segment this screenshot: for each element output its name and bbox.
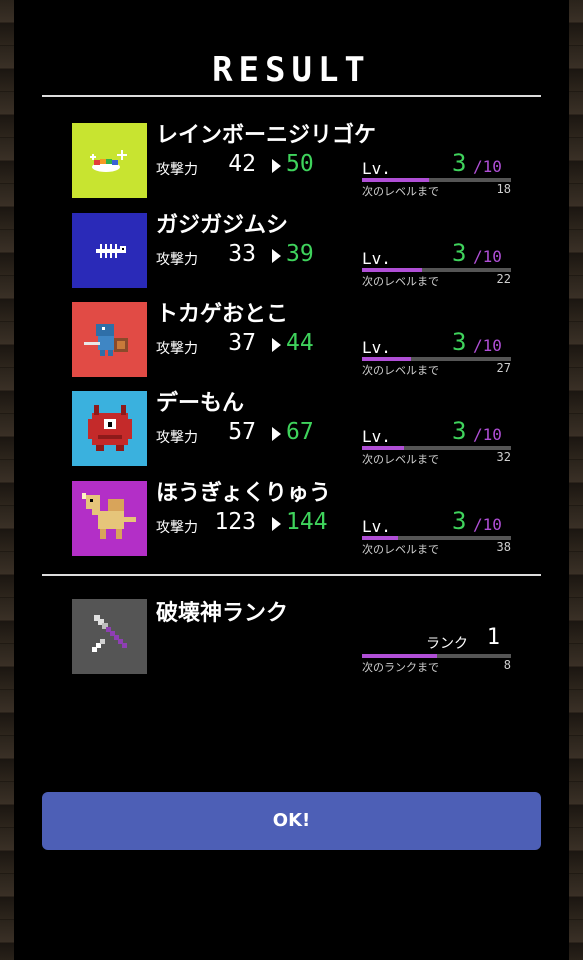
- monster-portrait-rainbow-moss: [72, 123, 147, 198]
- exp-progress-fill: [362, 357, 412, 361]
- attack-label: 攻撃力: [156, 252, 198, 268]
- rank-title: 破壊神ランク: [156, 601, 289, 626]
- rank-value: 1: [486, 625, 500, 650]
- exp-progress-fill: [362, 536, 398, 540]
- monster-portrait-lizardman: [72, 302, 147, 377]
- monster-portrait-gajigaji-bug: [72, 213, 147, 288]
- attack-label: 攻撃力: [156, 341, 198, 357]
- attack-label: 攻撃力: [156, 162, 198, 178]
- monster-row: レインボーニジリゴケ 攻撃力 42 50 Lv. 3 /10 次のレベルまで 1…: [72, 123, 542, 199]
- rank-progress-fill: [362, 654, 437, 658]
- next-level-value: 27: [496, 361, 511, 375]
- level-value: 3: [452, 507, 467, 535]
- next-level-label: 次のレベルまで: [362, 543, 439, 556]
- exp-progress-fill: [362, 178, 430, 182]
- arrow-right-icon: [272, 159, 281, 173]
- monster-row: ほうぎょくりゅう 攻撃力 123 144 Lv. 3 /10 次のレベルまで 3…: [72, 481, 542, 557]
- attack-before: 33: [228, 241, 256, 267]
- level-value: 3: [452, 328, 467, 356]
- monster-row: トカゲおとこ 攻撃力 37 44 Lv. 3 /10 次のレベルまで 27: [72, 302, 542, 378]
- monster-name: デーもん: [156, 391, 245, 416]
- attack-after: 50: [286, 151, 314, 177]
- frame-left: [0, 0, 14, 960]
- next-level-value: 22: [496, 272, 511, 286]
- level-label: Lv.: [362, 338, 391, 357]
- next-rank-label: 次のランクまで: [362, 661, 439, 674]
- level-value: 3: [452, 149, 467, 177]
- next-level-value: 18: [496, 182, 511, 196]
- exp-progress-fill: [362, 268, 422, 272]
- next-level-label: 次のレベルまで: [362, 275, 439, 288]
- level-max: /10: [473, 515, 502, 534]
- level-value: 3: [452, 417, 467, 445]
- attack-after: 67: [286, 419, 314, 445]
- attack-before: 57: [228, 419, 256, 445]
- next-rank-value: 8: [503, 658, 511, 672]
- exp-progress-fill: [362, 446, 404, 450]
- attack-after: 39: [286, 241, 314, 267]
- attack-before: 123: [214, 509, 256, 535]
- divider-bottom: [42, 574, 541, 576]
- level-label: Lv.: [362, 159, 391, 178]
- ok-button[interactable]: OK!: [42, 792, 541, 850]
- attack-label: 攻撃力: [156, 520, 198, 536]
- arrow-right-icon: [272, 517, 281, 531]
- monster-row: ガジガジムシ 攻撃力 33 39 Lv. 3 /10 次のレベルまで 22: [72, 213, 542, 289]
- rank-block: 破壊神ランク ランク 1 次のランクまで 8: [72, 599, 542, 675]
- level-value: 3: [452, 239, 467, 267]
- monster-name: ガジガジムシ: [156, 213, 289, 238]
- level-max: /10: [473, 247, 502, 266]
- next-level-label: 次のレベルまで: [362, 185, 439, 198]
- frame-right: [569, 0, 583, 960]
- divider-top: [42, 95, 541, 97]
- attack-after: 144: [286, 509, 328, 535]
- monster-name: トカゲおとこ: [156, 302, 289, 327]
- level-label: Lv.: [362, 427, 391, 446]
- monster-portrait-demon: [72, 391, 147, 466]
- arrow-right-icon: [272, 249, 281, 263]
- page-title: RESULT: [212, 50, 371, 90]
- monster-row: デーもん 攻撃力 57 67 Lv. 3 /10 次のレベルまで 32: [72, 391, 542, 467]
- rank-label: ランク: [426, 636, 468, 652]
- next-level-label: 次のレベルまで: [362, 453, 439, 466]
- attack-before: 37: [228, 330, 256, 356]
- level-max: /10: [473, 425, 502, 444]
- monster-portrait-jewel-dragon: [72, 481, 147, 556]
- pickaxe-icon: [72, 599, 147, 674]
- level-max: /10: [473, 336, 502, 355]
- arrow-right-icon: [272, 338, 281, 352]
- level-label: Lv.: [362, 517, 391, 536]
- next-level-label: 次のレベルまで: [362, 364, 439, 377]
- next-level-value: 32: [496, 450, 511, 464]
- attack-label: 攻撃力: [156, 430, 198, 446]
- monster-name: ほうぎょくりゅう: [156, 481, 331, 506]
- next-level-value: 38: [496, 540, 511, 554]
- level-max: /10: [473, 157, 502, 176]
- arrow-right-icon: [272, 427, 281, 441]
- monster-name: レインボーニジリゴケ: [156, 123, 377, 148]
- attack-before: 42: [228, 151, 256, 177]
- attack-after: 44: [286, 330, 314, 356]
- level-label: Lv.: [362, 249, 391, 268]
